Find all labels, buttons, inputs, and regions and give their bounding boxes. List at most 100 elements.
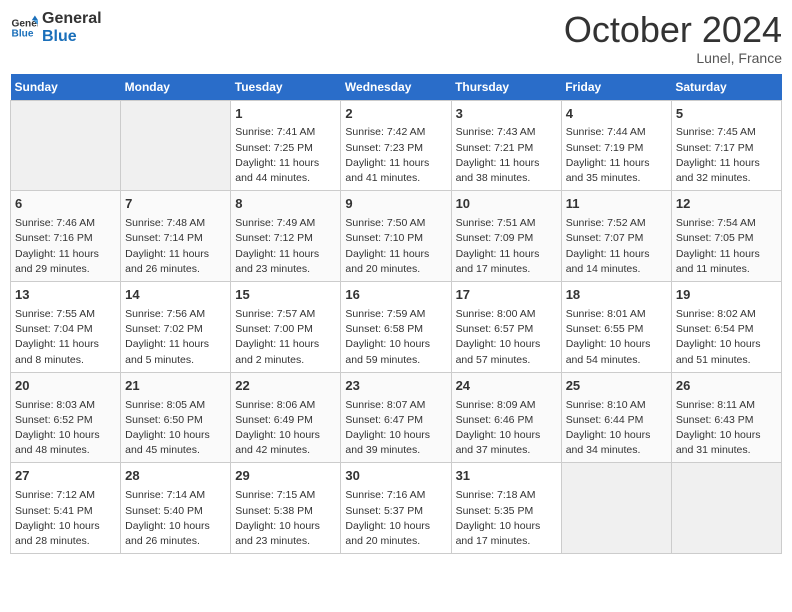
calendar-cell: 26 Sunrise: 8:11 AM Sunset: 6:43 PM Dayli… (671, 372, 781, 463)
calendar-cell (561, 463, 671, 554)
day-number: 6 (15, 195, 116, 214)
calendar-cell (671, 463, 781, 554)
calendar-cell: 27 Sunrise: 7:12 AM Sunset: 5:41 PM Dayli… (11, 463, 121, 554)
logo-general: General (42, 10, 102, 28)
logo-icon: General Blue (10, 14, 38, 42)
day-number: 28 (125, 467, 226, 486)
day-info: Sunrise: 8:09 AM Sunset: 6:46 PM Dayligh… (456, 398, 557, 459)
day-number: 11 (566, 195, 667, 214)
day-number: 22 (235, 377, 336, 396)
calendar-cell: 10 Sunrise: 7:51 AM Sunset: 7:09 PM Dayli… (451, 191, 561, 282)
calendar-week-2: 13 Sunrise: 7:55 AM Sunset: 7:04 PM Dayli… (11, 282, 782, 373)
day-info: Sunrise: 7:56 AM Sunset: 7:02 PM Dayligh… (125, 307, 226, 368)
day-number: 2 (345, 105, 446, 124)
calendar-cell: 11 Sunrise: 7:52 AM Sunset: 7:07 PM Dayli… (561, 191, 671, 282)
calendar-week-1: 6 Sunrise: 7:46 AM Sunset: 7:16 PM Daylig… (11, 191, 782, 282)
day-number: 1 (235, 105, 336, 124)
calendar-cell: 17Sunrise: 8:00 AM Sunset: 6:57 PM Dayli… (451, 282, 561, 373)
day-number: 4 (566, 105, 667, 124)
day-info: Sunrise: 7:52 AM Sunset: 7:07 PM Dayligh… (566, 216, 667, 277)
calendar-cell: 7 Sunrise: 7:48 AM Sunset: 7:14 PM Daylig… (121, 191, 231, 282)
calendar-cell: 15 Sunrise: 7:57 AM Sunset: 7:00 PM Dayli… (231, 282, 341, 373)
day-info: Sunrise: 7:54 AM Sunset: 7:05 PM Dayligh… (676, 216, 777, 277)
day-number: 24 (456, 377, 557, 396)
calendar-cell: 21 Sunrise: 8:05 AM Sunset: 6:50 PM Dayli… (121, 372, 231, 463)
day-number: 21 (125, 377, 226, 396)
month-title: October 2024 (564, 10, 782, 50)
calendar-header-sunday: Sunday (11, 74, 121, 101)
day-info: Sunrise: 7:46 AM Sunset: 7:16 PM Dayligh… (15, 216, 116, 277)
calendar-header-thursday: Thursday (451, 74, 561, 101)
day-info: Sunrise: 7:18 AM Sunset: 5:35 PM Dayligh… (456, 488, 557, 549)
day-number: 23 (345, 377, 446, 396)
day-number: 3 (456, 105, 557, 124)
calendar-cell: 30Sunrise: 7:16 AM Sunset: 5:37 PM Dayli… (341, 463, 451, 554)
calendar-cell: 1Sunrise: 7:41 AM Sunset: 7:25 PM Daylig… (231, 100, 341, 191)
calendar-cell: 31Sunrise: 7:18 AM Sunset: 5:35 PM Dayli… (451, 463, 561, 554)
calendar-week-3: 20 Sunrise: 8:03 AM Sunset: 6:52 PM Dayli… (11, 372, 782, 463)
day-info: Sunrise: 8:03 AM Sunset: 6:52 PM Dayligh… (15, 398, 116, 459)
day-number: 29 (235, 467, 336, 486)
calendar-cell: 6 Sunrise: 7:46 AM Sunset: 7:16 PM Daylig… (11, 191, 121, 282)
calendar-cell: 8 Sunrise: 7:49 AM Sunset: 7:12 PM Daylig… (231, 191, 341, 282)
calendar-cell: 4Sunrise: 7:44 AM Sunset: 7:19 PM Daylig… (561, 100, 671, 191)
calendar-cell: 25Sunrise: 8:10 AM Sunset: 6:44 PM Dayli… (561, 372, 671, 463)
day-info: Sunrise: 8:05 AM Sunset: 6:50 PM Dayligh… (125, 398, 226, 459)
calendar-cell: 14 Sunrise: 7:56 AM Sunset: 7:02 PM Dayli… (121, 282, 231, 373)
day-info: Sunrise: 8:06 AM Sunset: 6:49 PM Dayligh… (235, 398, 336, 459)
day-info: Sunrise: 7:48 AM Sunset: 7:14 PM Dayligh… (125, 216, 226, 277)
svg-text:Blue: Blue (12, 28, 34, 39)
calendar-cell: 13 Sunrise: 7:55 AM Sunset: 7:04 PM Dayli… (11, 282, 121, 373)
calendar-week-4: 27 Sunrise: 7:12 AM Sunset: 5:41 PM Dayli… (11, 463, 782, 554)
day-number: 15 (235, 286, 336, 305)
logo-text-block: General Blue (42, 10, 102, 45)
day-info: Sunrise: 7:55 AM Sunset: 7:04 PM Dayligh… (15, 307, 116, 368)
day-info: Sunrise: 7:41 AM Sunset: 7:25 PM Dayligh… (235, 125, 336, 186)
day-number: 8 (235, 195, 336, 214)
day-number: 5 (676, 105, 777, 124)
day-info: Sunrise: 8:10 AM Sunset: 6:44 PM Dayligh… (566, 398, 667, 459)
day-number: 12 (676, 195, 777, 214)
day-info: Sunrise: 7:50 AM Sunset: 7:10 PM Dayligh… (345, 216, 446, 277)
day-info: Sunrise: 7:14 AM Sunset: 5:40 PM Dayligh… (125, 488, 226, 549)
day-info: Sunrise: 8:02 AM Sunset: 6:54 PM Dayligh… (676, 307, 777, 368)
calendar-cell: 12 Sunrise: 7:54 AM Sunset: 7:05 PM Dayli… (671, 191, 781, 282)
day-info: Sunrise: 7:57 AM Sunset: 7:00 PM Dayligh… (235, 307, 336, 368)
day-info: Sunrise: 7:51 AM Sunset: 7:09 PM Dayligh… (456, 216, 557, 277)
day-info: Sunrise: 7:43 AM Sunset: 7:21 PM Dayligh… (456, 125, 557, 186)
day-number: 27 (15, 467, 116, 486)
calendar-cell (121, 100, 231, 191)
day-number: 13 (15, 286, 116, 305)
calendar-cell: 9Sunrise: 7:50 AM Sunset: 7:10 PM Daylig… (341, 191, 451, 282)
calendar-cell: 2Sunrise: 7:42 AM Sunset: 7:23 PM Daylig… (341, 100, 451, 191)
day-number: 7 (125, 195, 226, 214)
calendar-header-saturday: Saturday (671, 74, 781, 101)
day-info: Sunrise: 7:12 AM Sunset: 5:41 PM Dayligh… (15, 488, 116, 549)
day-info: Sunrise: 7:44 AM Sunset: 7:19 PM Dayligh… (566, 125, 667, 186)
day-info: Sunrise: 7:59 AM Sunset: 6:58 PM Dayligh… (345, 307, 446, 368)
calendar-cell: 28 Sunrise: 7:14 AM Sunset: 5:40 PM Dayli… (121, 463, 231, 554)
calendar-cell: 5Sunrise: 7:45 AM Sunset: 7:17 PM Daylig… (671, 100, 781, 191)
calendar-header-friday: Friday (561, 74, 671, 101)
day-number: 14 (125, 286, 226, 305)
calendar-cell: 19 Sunrise: 8:02 AM Sunset: 6:54 PM Dayli… (671, 282, 781, 373)
calendar-cell: 3Sunrise: 7:43 AM Sunset: 7:21 PM Daylig… (451, 100, 561, 191)
day-number: 19 (676, 286, 777, 305)
calendar-cell: 29 Sunrise: 7:15 AM Sunset: 5:38 PM Dayli… (231, 463, 341, 554)
day-info: Sunrise: 8:11 AM Sunset: 6:43 PM Dayligh… (676, 398, 777, 459)
calendar-header-wednesday: Wednesday (341, 74, 451, 101)
day-number: 30 (345, 467, 446, 486)
day-info: Sunrise: 8:01 AM Sunset: 6:55 PM Dayligh… (566, 307, 667, 368)
calendar-cell (11, 100, 121, 191)
day-number: 10 (456, 195, 557, 214)
day-info: Sunrise: 7:15 AM Sunset: 5:38 PM Dayligh… (235, 488, 336, 549)
day-number: 26 (676, 377, 777, 396)
logo-blue: Blue (42, 28, 102, 46)
day-number: 20 (15, 377, 116, 396)
calendar-cell: 24 Sunrise: 8:09 AM Sunset: 6:46 PM Dayli… (451, 372, 561, 463)
calendar-cell: 18Sunrise: 8:01 AM Sunset: 6:55 PM Dayli… (561, 282, 671, 373)
logo: General Blue General Blue (10, 10, 102, 45)
calendar-cell: 22 Sunrise: 8:06 AM Sunset: 6:49 PM Dayli… (231, 372, 341, 463)
day-info: Sunrise: 8:00 AM Sunset: 6:57 PM Dayligh… (456, 307, 557, 368)
day-info: Sunrise: 7:49 AM Sunset: 7:12 PM Dayligh… (235, 216, 336, 277)
